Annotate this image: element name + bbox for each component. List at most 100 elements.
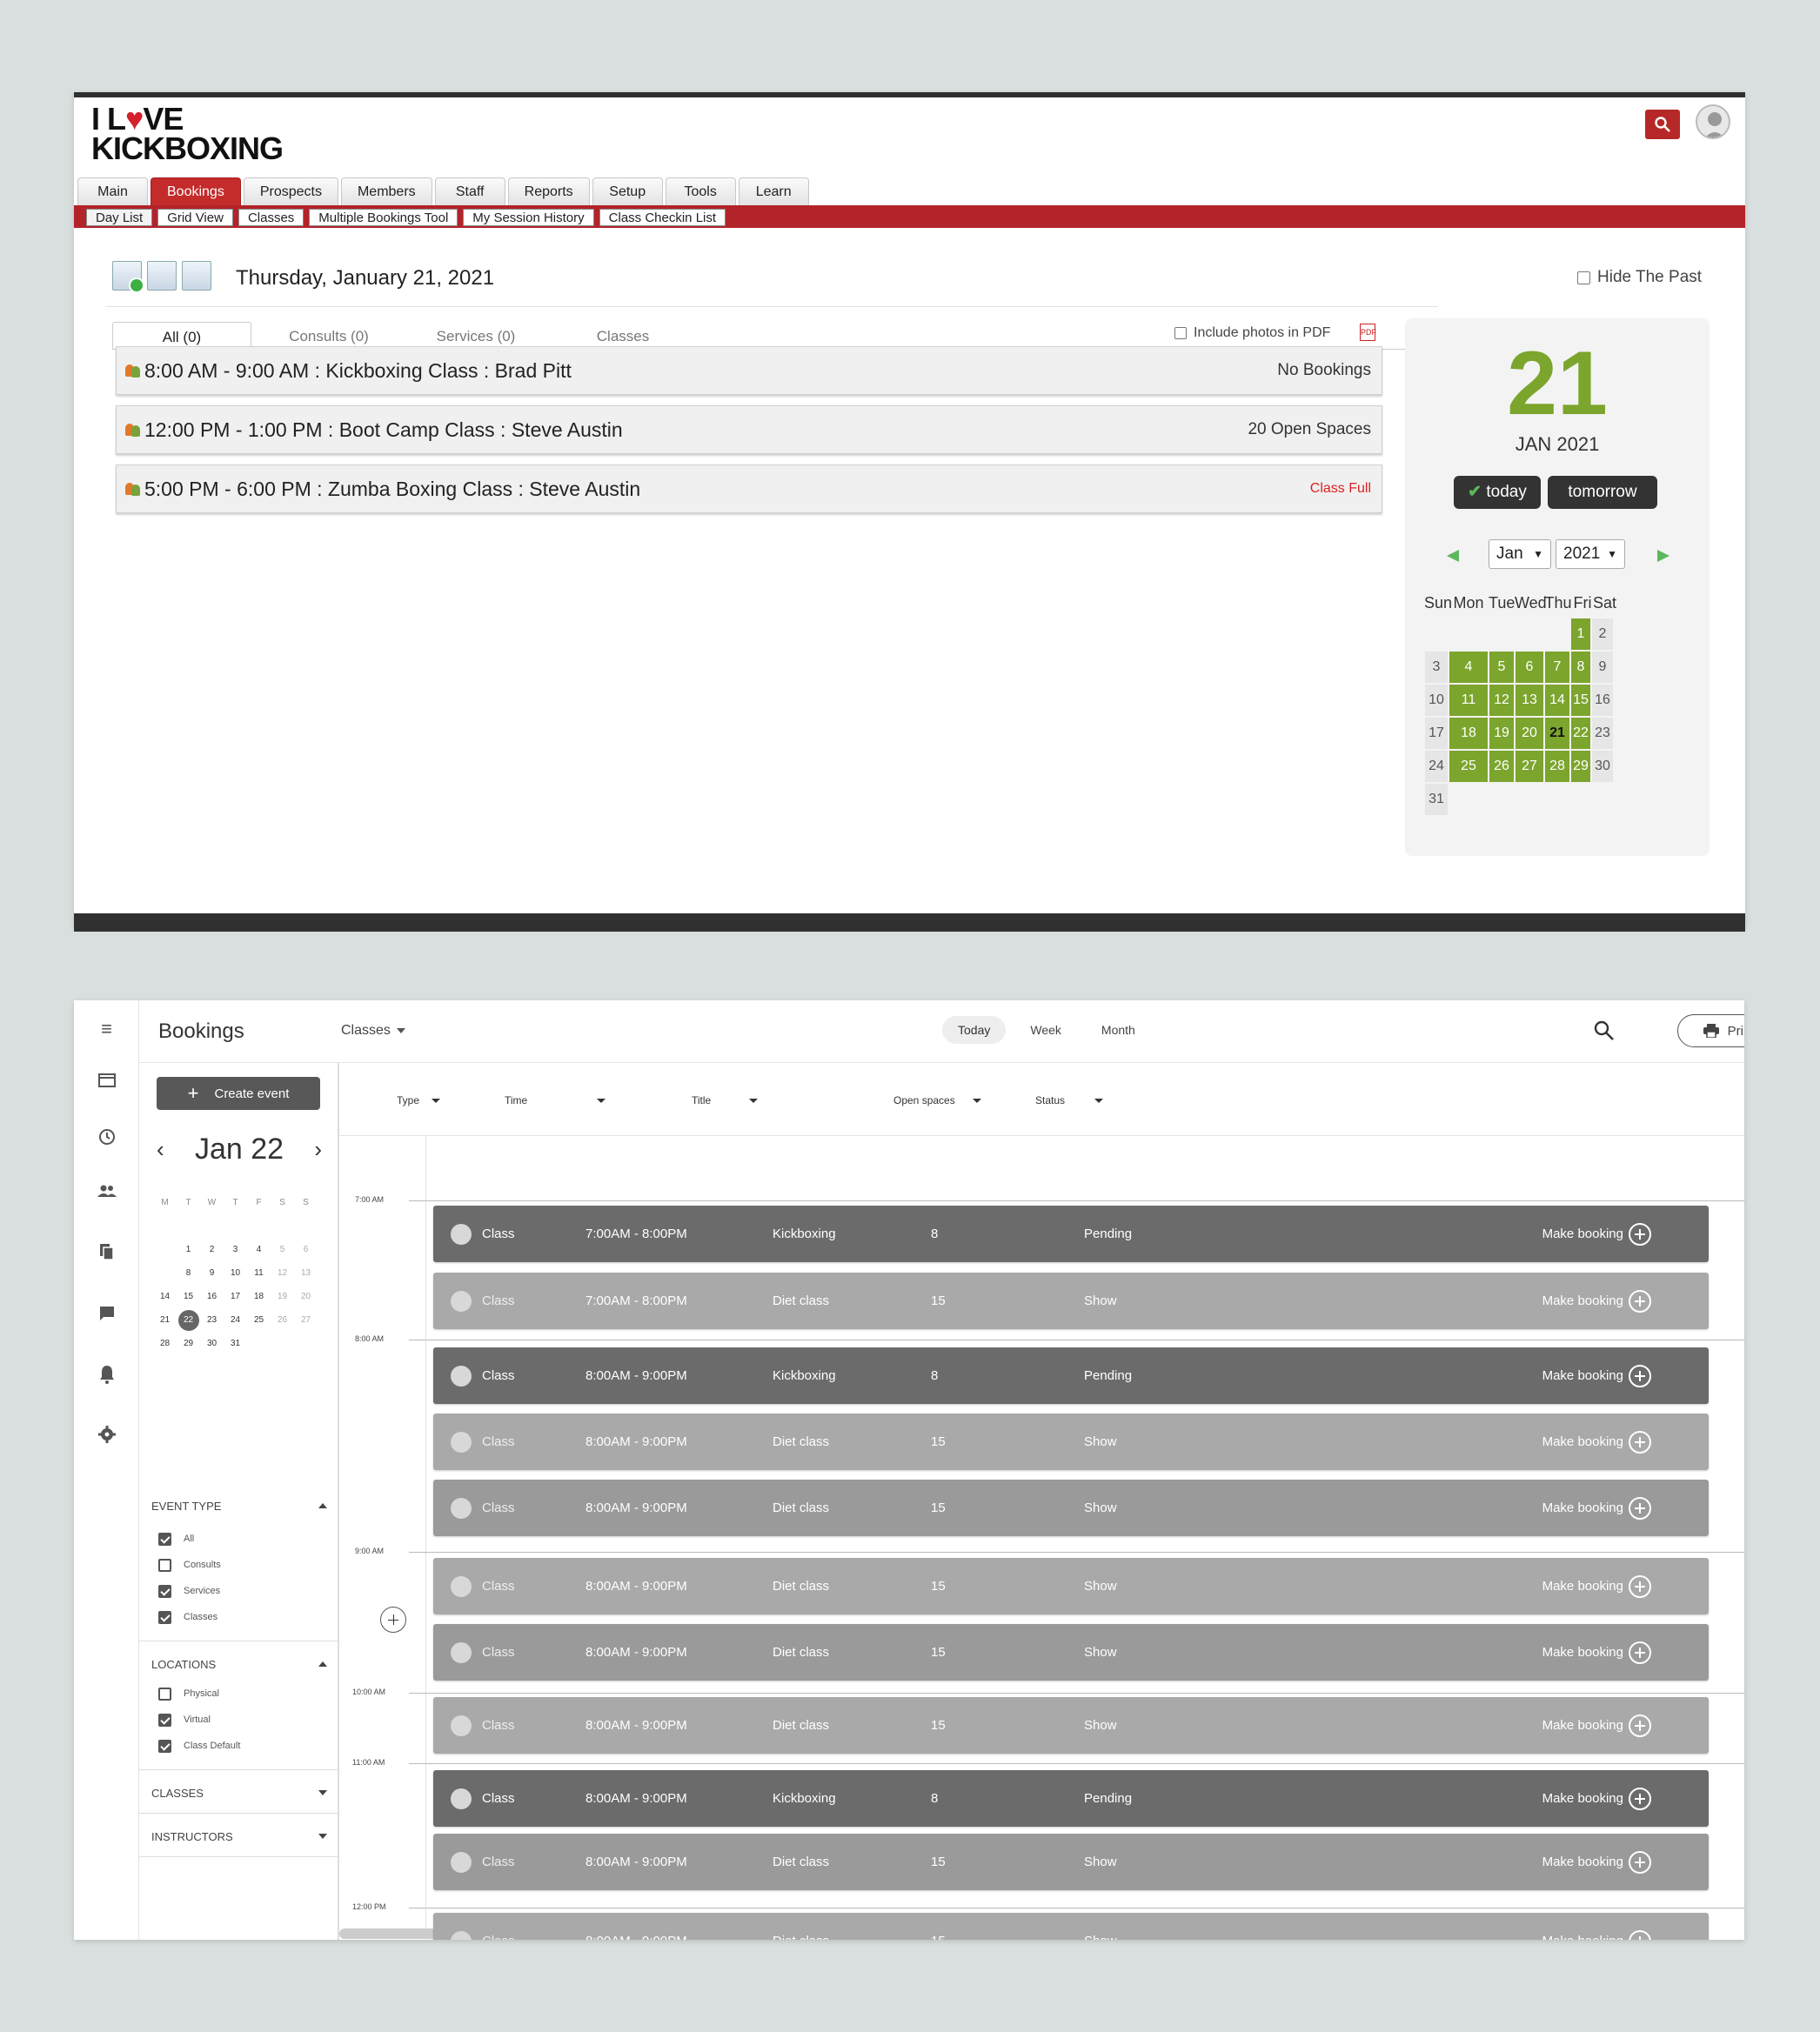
filter-option[interactable]: Class Default xyxy=(158,1737,240,1755)
mini-day[interactable]: 14 xyxy=(153,1286,177,1309)
user-avatar[interactable] xyxy=(1696,104,1730,139)
calendar-day[interactable]: 16 xyxy=(1592,685,1613,716)
calendar-day[interactable]: 6 xyxy=(1516,652,1543,683)
make-booking-link[interactable]: Make booking xyxy=(1542,1501,1623,1515)
filter-option[interactable]: Physical xyxy=(158,1685,219,1702)
booking-row[interactable]: Class 8:00AM - 9:00PM Diet class 15 Show Make… xyxy=(433,1414,1709,1470)
make-booking-link[interactable]: Make booking xyxy=(1542,1579,1623,1594)
plus-circle-icon[interactable] xyxy=(1629,1574,1651,1598)
make-booking-link[interactable]: Make booking xyxy=(1542,1227,1623,1241)
subtab-class-checkin-list[interactable]: Class Checkin List xyxy=(599,209,726,226)
plus-circle-icon[interactable] xyxy=(1629,1929,1651,1940)
subtab-multiple-bookings-tool[interactable]: Multiple Bookings Tool xyxy=(309,209,458,226)
sort-caret-icon[interactable] xyxy=(1094,1098,1104,1103)
gear-icon[interactable] xyxy=(74,1425,139,1449)
mini-day[interactable]: 25 xyxy=(247,1309,271,1333)
plus-circle-icon[interactable] xyxy=(1629,1364,1651,1387)
mini-day[interactable]: 2 xyxy=(200,1239,224,1262)
calendar-day[interactable]: 30 xyxy=(1592,751,1613,782)
booking-row[interactable]: Class 8:00AM - 9:00PM Kickboxing 8 Pending Ma… xyxy=(433,1770,1709,1827)
month-select[interactable]: Jan ▼ xyxy=(1489,539,1551,569)
search-button[interactable] xyxy=(1645,110,1680,139)
booking-row[interactable]: Class 7:00AM - 8:00PM Kickboxing 8 Pending Ma… xyxy=(433,1206,1709,1262)
sort-caret-icon[interactable] xyxy=(597,1098,606,1103)
booking-row[interactable]: Class 8:00AM - 9:00PM Diet class 15 Show Make… xyxy=(433,1624,1709,1681)
calendar-day[interactable]: 1 xyxy=(1571,618,1590,650)
clock-icon[interactable] xyxy=(74,1127,139,1152)
mini-day[interactable]: 5 xyxy=(271,1239,294,1262)
booking-row[interactable]: Class 7:00AM - 8:00PM Diet class 15 Show Make… xyxy=(433,1273,1709,1329)
classes-dropdown[interactable]: Classes xyxy=(341,1023,391,1039)
include-photos-toggle[interactable]: Include photos in PDF xyxy=(1174,325,1330,341)
checkbox[interactable] xyxy=(158,1713,171,1727)
tab-bookings[interactable]: Bookings xyxy=(151,177,241,205)
grid-view-icon[interactable] xyxy=(147,261,177,291)
chevron-down-icon[interactable] xyxy=(318,1834,327,1839)
make-booking-link[interactable]: Make booking xyxy=(1542,1645,1623,1660)
calendar-day[interactable]: 14 xyxy=(1545,685,1569,716)
instructors-header[interactable]: INSTRUCTORS xyxy=(139,1828,339,1846)
mini-day[interactable]: 27 xyxy=(294,1309,318,1333)
view-today[interactable]: Today xyxy=(942,1016,1007,1044)
calendar-day[interactable]: 8 xyxy=(1571,652,1590,683)
tab-reports[interactable]: Reports xyxy=(507,177,590,205)
make-booking-link[interactable]: Make booking xyxy=(1542,1368,1623,1383)
calendar-day[interactable]: 25 xyxy=(1449,751,1488,782)
plus-circle-icon[interactable] xyxy=(1629,1714,1651,1737)
mini-day[interactable]: 29 xyxy=(177,1333,200,1356)
search-icon[interactable] xyxy=(1593,1019,1616,1042)
session-row[interactable]: 8:00 AM - 9:00 AM : Kickboxing Class : B… xyxy=(116,346,1382,395)
session-row[interactable]: 5:00 PM - 6:00 PM : Zumba Boxing Class :… xyxy=(116,465,1382,513)
filter-option[interactable]: Consults xyxy=(158,1556,221,1574)
checkbox[interactable] xyxy=(158,1532,171,1546)
calendar-day[interactable]: 2 xyxy=(1592,618,1613,650)
calendar-day[interactable]: 13 xyxy=(1516,685,1543,716)
calendar-day[interactable]: 23 xyxy=(1592,718,1613,749)
view-month[interactable]: Month xyxy=(1086,1016,1151,1044)
mini-day[interactable]: 30 xyxy=(200,1333,224,1356)
booking-row[interactable]: Class 8:00AM - 9:00PM Diet class 15 Show Make… xyxy=(433,1697,1709,1754)
event-type-header[interactable]: EVENT TYPE xyxy=(139,1498,339,1515)
make-booking-link[interactable]: Make booking xyxy=(1542,1434,1623,1449)
calendar-day[interactable]: 7 xyxy=(1545,652,1569,683)
mini-day[interactable]: 26 xyxy=(271,1309,294,1333)
tab-tools[interactable]: Tools xyxy=(665,177,736,205)
calendar-day[interactable]: 9 xyxy=(1592,652,1613,683)
view-week[interactable]: Week xyxy=(1014,1016,1077,1044)
sort-caret-icon[interactable] xyxy=(749,1098,759,1103)
booking-row[interactable]: Class 8:00AM - 9:00PM Diet class 15 Show Make… xyxy=(433,1913,1709,1940)
checkbox[interactable] xyxy=(158,1739,171,1753)
pdf-export-icon[interactable]: PDF xyxy=(1360,324,1376,341)
tomorrow-button[interactable]: tomorrow xyxy=(1548,476,1657,509)
filter-option[interactable]: Virtual xyxy=(158,1711,211,1728)
make-booking-link[interactable]: Make booking xyxy=(1542,1293,1623,1308)
hide-past-checkbox[interactable] xyxy=(1577,271,1590,284)
tab-prospects[interactable]: Prospects xyxy=(243,177,338,205)
make-booking-link[interactable]: Make booking xyxy=(1542,1855,1623,1869)
year-select[interactable]: 2021 ▼ xyxy=(1556,539,1625,569)
make-booking-link[interactable]: Make booking xyxy=(1542,1934,1623,1940)
calendar-day[interactable]: 20 xyxy=(1516,718,1543,749)
calendar-day[interactable]: 21 xyxy=(1545,718,1569,749)
checkbox[interactable] xyxy=(158,1584,171,1598)
mini-day[interactable]: 6 xyxy=(294,1239,318,1262)
chevron-down-icon[interactable] xyxy=(318,1790,327,1795)
mini-day[interactable]: 22 xyxy=(177,1310,199,1331)
calendar-day[interactable]: 3 xyxy=(1425,652,1448,683)
mini-day[interactable]: 9 xyxy=(200,1262,224,1286)
checkbox[interactable] xyxy=(158,1687,171,1701)
tab-main[interactable]: Main xyxy=(77,177,148,205)
mini-day[interactable]: 16 xyxy=(200,1286,224,1309)
documents-icon[interactable] xyxy=(74,1242,139,1267)
session-row[interactable]: 12:00 PM - 1:00 PM : Boot Camp Class : S… xyxy=(116,405,1382,454)
column-header[interactable]: Time xyxy=(505,1094,606,1106)
subtab-day-list[interactable]: Day List xyxy=(86,209,153,226)
calendar-day[interactable]: 4 xyxy=(1449,652,1488,683)
booking-row[interactable]: Class 8:00AM - 9:00PM Diet class 15 Show Make… xyxy=(433,1558,1709,1614)
filter-option[interactable]: All xyxy=(158,1530,194,1547)
subtab-my-session-history[interactable]: My Session History xyxy=(463,209,594,226)
mini-day[interactable]: 1 xyxy=(177,1239,200,1262)
plus-circle-icon[interactable] xyxy=(1629,1641,1651,1664)
mini-day[interactable]: 15 xyxy=(177,1286,200,1309)
column-header[interactable]: Title xyxy=(692,1094,759,1106)
